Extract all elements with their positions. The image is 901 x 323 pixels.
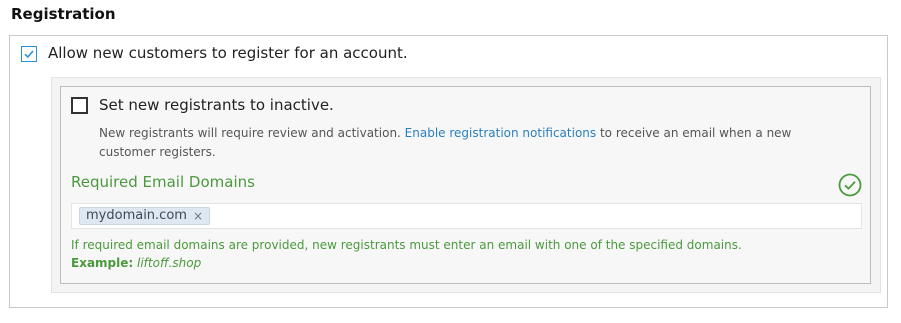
domain-tag: mydomain.com × (79, 207, 211, 225)
inactive-registrants-label[interactable]: Set new registrants to inactive. (99, 96, 334, 114)
inactive-registrants-checkbox[interactable] (71, 97, 88, 114)
example-label: Example: (71, 256, 134, 270)
example-value: liftoff.shop (137, 256, 202, 270)
inactive-help-text: New registrants will require review and … (99, 124, 849, 162)
email-domains-input[interactable]: mydomain.com × (71, 203, 862, 229)
registration-settings-box: Allow new customers to register for an a… (9, 35, 888, 308)
section-title: Registration (11, 5, 116, 23)
registration-options-container: Set new registrants to inactive. New reg… (51, 77, 881, 293)
email-domains-example: Example: liftoff.shop (71, 254, 742, 272)
email-domains-help-text: If required email domains are provided, … (71, 238, 742, 252)
enable-notifications-link[interactable]: Enable registration notifications (405, 126, 596, 140)
registration-options-panel: Set new registrants to inactive. New reg… (60, 86, 871, 284)
tag-remove-icon[interactable]: × (193, 208, 203, 224)
check-circle-icon (838, 173, 862, 197)
checkmark-icon (24, 50, 34, 59)
required-email-domains-label: Required Email Domains (71, 173, 255, 191)
allow-registration-label[interactable]: Allow new customers to register for an a… (48, 44, 408, 62)
allow-registration-checkbox[interactable] (21, 46, 37, 62)
domain-tag-label: mydomain.com (86, 208, 187, 223)
inactive-help-before: New registrants will require review and … (99, 126, 405, 140)
email-domains-help: If required email domains are provided, … (71, 236, 742, 272)
